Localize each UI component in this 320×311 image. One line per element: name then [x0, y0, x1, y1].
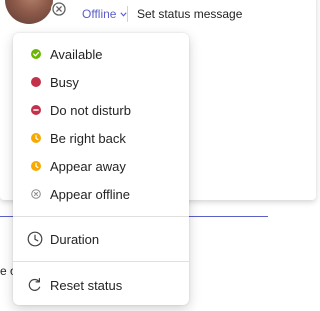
menu-item-label: Appear away: [50, 158, 126, 174]
menu-separator: [13, 216, 189, 217]
clock-away-icon: [31, 161, 41, 171]
menu-item-do-not-disturb[interactable]: Do not disturb: [13, 97, 189, 123]
do-not-disturb-icon: [31, 105, 41, 115]
menu-item-appear-away[interactable]: Appear away: [13, 153, 189, 179]
menu-item-be-right-back[interactable]: Be right back: [13, 125, 189, 151]
clock-icon: [27, 231, 43, 247]
menu-item-busy[interactable]: Busy: [13, 69, 189, 95]
menu-item-appear-offline[interactable]: Appear offline: [13, 181, 189, 207]
available-check-icon: [31, 49, 41, 59]
offline-x-icon: [31, 189, 41, 199]
clock-away-icon: [31, 133, 41, 143]
status-divider: [127, 6, 128, 22]
set-status-message-button[interactable]: Set status message: [137, 7, 242, 21]
status-dropdown-trigger[interactable]: Offline: [82, 7, 128, 21]
stage: e o Offline Set status message Available: [0, 0, 320, 311]
menu-item-label: Available: [50, 46, 103, 62]
menu-item-label: Be right back: [50, 130, 126, 146]
reset-arrow-icon: [27, 277, 43, 293]
menu-item-label: Duration: [50, 231, 100, 247]
status-label: Offline: [82, 7, 117, 21]
presence-menu: Available Busy Do not disturb Be right b…: [13, 33, 189, 305]
menu-item-label: Do not disturb: [50, 102, 131, 118]
menu-item-reset-status[interactable]: Reset status: [13, 272, 189, 298]
menu-item-label: Busy: [50, 74, 79, 90]
menu-item-duration[interactable]: Duration: [13, 226, 189, 252]
busy-dot-icon: [31, 77, 41, 87]
menu-item-label: Reset status: [50, 277, 123, 293]
menu-item-available[interactable]: Available: [13, 41, 189, 67]
menu-item-label: Appear offline: [50, 186, 130, 202]
offline-presence-icon: [51, 1, 67, 17]
menu-separator: [13, 261, 189, 262]
